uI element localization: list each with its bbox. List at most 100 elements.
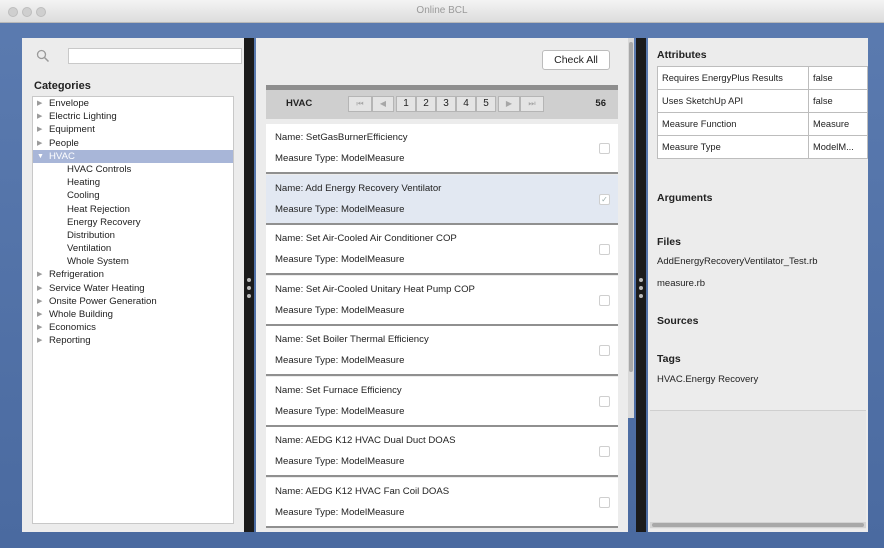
category-label: Onsite Power Generation [49, 295, 157, 307]
last-page-button[interactable]: ⏭ [520, 96, 544, 112]
measure-row[interactable]: Name: Set Air-Cooled Unitary Heat Pump C… [266, 275, 618, 326]
measure-row[interactable]: Name: SetGasBurnerEfficiency Measure Type… [266, 124, 618, 174]
measure-checkbox[interactable] [599, 446, 610, 457]
prev-page-button[interactable]: ◀ [372, 96, 394, 112]
measure-row[interactable]: Name: AEDG K12 HVAC Fan Coil DOAS Measure… [266, 477, 618, 528]
measure-row[interactable]: Name: Set Furnace Efficiency Measure Type… [266, 376, 618, 427]
attribute-row: Measure Function Measure [657, 112, 868, 136]
measure-checkbox[interactable] [599, 244, 610, 255]
attribute-value: ModelM... [808, 135, 868, 159]
attribute-key: Uses SketchUp API [657, 89, 809, 113]
measure-name: Name: Add Energy Recovery Ventilator [275, 182, 442, 194]
category-label: Reporting [49, 335, 91, 347]
categories-heading: Categories [34, 80, 91, 92]
disclosure-right-icon[interactable]: ▶ [37, 334, 47, 347]
page-button-3[interactable]: 3 [436, 96, 456, 112]
page-button-5[interactable]: 5 [476, 96, 496, 112]
right-splitter[interactable] [636, 38, 646, 532]
measure-name: Name: AEDG K12 HVAC Dual Duct DOAS [275, 435, 456, 446]
category-item[interactable]: ▶ Onsite Power Generation [33, 295, 233, 308]
disclosure-right-icon[interactable]: ▶ [37, 137, 47, 150]
window-title: Online BCL [416, 5, 468, 16]
measure-checkbox[interactable] [599, 143, 610, 154]
measure-row[interactable]: Name: AEDG K12 HVAC Dual Duct DOAS Measur… [266, 427, 618, 477]
first-page-button[interactable]: ⏮ [348, 96, 372, 112]
measure-row[interactable]: Name: Set Boiler Thermal Efficiency Measu… [266, 326, 618, 376]
measure-checkbox[interactable]: ✓ [599, 193, 610, 205]
total-count: 56 [595, 98, 606, 109]
measure-row[interactable]: Name: Add Energy Recovery Ventilator Meas… [266, 174, 618, 225]
category-item[interactable]: ▶ Economics [33, 321, 233, 334]
measure-list[interactable]: Name: SetGasBurnerEfficiency Measure Type… [266, 124, 618, 532]
measure-checkbox[interactable] [599, 395, 610, 407]
category-label: HVAC [49, 150, 75, 162]
category-item[interactable]: ▶ Equipment [33, 123, 233, 136]
category-label: Whole System [67, 256, 129, 268]
disclosure-right-icon[interactable]: ▶ [37, 268, 47, 281]
attribute-value: false [808, 66, 868, 90]
drag-handle-icon[interactable] [247, 278, 251, 302]
attribute-row: Measure Type ModelM... [657, 135, 868, 159]
category-item[interactable]: ▶ Envelope [33, 97, 233, 110]
category-tree[interactable]: ▶ Envelope ▶ Electric Lighting ▶ Equipment ▶ Pe… [32, 96, 234, 524]
measure-checkbox[interactable] [599, 345, 610, 356]
measure-name: Name: Set Air-Cooled Air Conditioner COP [275, 233, 457, 244]
attribute-key: Measure Type [657, 135, 809, 159]
search-icon [36, 49, 50, 63]
category-item[interactable]: Distribution [33, 229, 233, 242]
check-all-button[interactable]: Check All [542, 50, 610, 70]
disclosure-right-icon[interactable]: ▶ [37, 97, 47, 110]
attribute-value: false [808, 89, 868, 113]
category-label: Distribution [67, 229, 115, 241]
category-item[interactable]: Ventilation [33, 242, 233, 255]
search-input[interactable] [68, 48, 242, 64]
category-item[interactable]: ▶ Reporting [33, 334, 233, 347]
category-item[interactable]: Heat Rejection [33, 203, 233, 216]
category-item[interactable]: ▶ Refrigeration [33, 268, 233, 281]
close-window-button[interactable] [8, 7, 18, 17]
category-label: Service Water Heating [49, 282, 145, 294]
measure-checkbox[interactable] [599, 496, 610, 508]
page-button-4[interactable]: 4 [456, 96, 476, 112]
category-item[interactable]: Heating [33, 176, 233, 189]
measure-list-scrollbar[interactable] [628, 38, 634, 418]
scrollbar-thumb[interactable] [629, 42, 633, 372]
category-item[interactable]: HVAC Controls [33, 163, 233, 176]
disclosure-right-icon[interactable]: ▶ [37, 123, 47, 136]
attributes-table: Requires EnergyPlus Results false Uses Ske… [657, 66, 868, 159]
left-splitter[interactable] [244, 38, 254, 532]
file-link[interactable]: AddEnergyRecoveryVentilator_Test.rb [657, 256, 818, 267]
measure-type: Measure Type: ModelMeasure [275, 304, 405, 316]
disclosure-right-icon[interactable]: ▶ [37, 308, 47, 321]
category-item[interactable]: Energy Recovery [33, 216, 233, 229]
details-panel: Attributes Requires EnergyPlus Results fa… [648, 38, 868, 532]
category-label: HVAC Controls [67, 163, 132, 175]
disclosure-right-icon[interactable]: ▶ [37, 321, 47, 334]
measure-type: Measure Type: ModelMeasure [275, 203, 405, 215]
category-item[interactable]: ▶ Electric Lighting [33, 110, 233, 123]
category-item[interactable]: Whole System [33, 255, 233, 268]
attribute-row: Requires EnergyPlus Results false [657, 66, 868, 90]
measure-checkbox[interactable] [599, 294, 610, 306]
page-button-2[interactable]: 2 [416, 96, 436, 112]
category-item[interactable]: ▶ Service Water Heating [33, 282, 233, 295]
category-item[interactable]: Cooling [33, 189, 233, 202]
disclosure-right-icon[interactable]: ▶ [37, 110, 47, 123]
category-item[interactable]: ▶ Whole Building [33, 308, 233, 321]
category-item[interactable]: ▼ HVAC [33, 149, 233, 163]
disclosure-right-icon[interactable]: ▶ [37, 282, 47, 295]
next-page-button[interactable]: ▶ [498, 96, 520, 112]
page-button-1[interactable]: 1 [396, 96, 416, 112]
minimize-window-button[interactable] [22, 7, 32, 17]
zoom-window-button[interactable] [36, 7, 46, 17]
details-scrollbar[interactable] [650, 522, 866, 528]
category-label: Equipment [49, 124, 95, 136]
pagination-bar: HVAC ⏮ ◀ 1 2 3 4 5 ▶ ⏭ 56 [266, 85, 618, 119]
file-link[interactable]: measure.rb [657, 278, 705, 289]
disclosure-down-icon[interactable]: ▼ [37, 150, 47, 163]
drag-handle-icon[interactable] [639, 278, 643, 302]
measure-row[interactable]: Name: Set Air-Cooled Air Conditioner COP… [266, 225, 618, 275]
category-item[interactable]: ▶ People [33, 137, 233, 150]
scrollbar-thumb[interactable] [652, 523, 864, 527]
disclosure-right-icon[interactable]: ▶ [37, 295, 47, 308]
